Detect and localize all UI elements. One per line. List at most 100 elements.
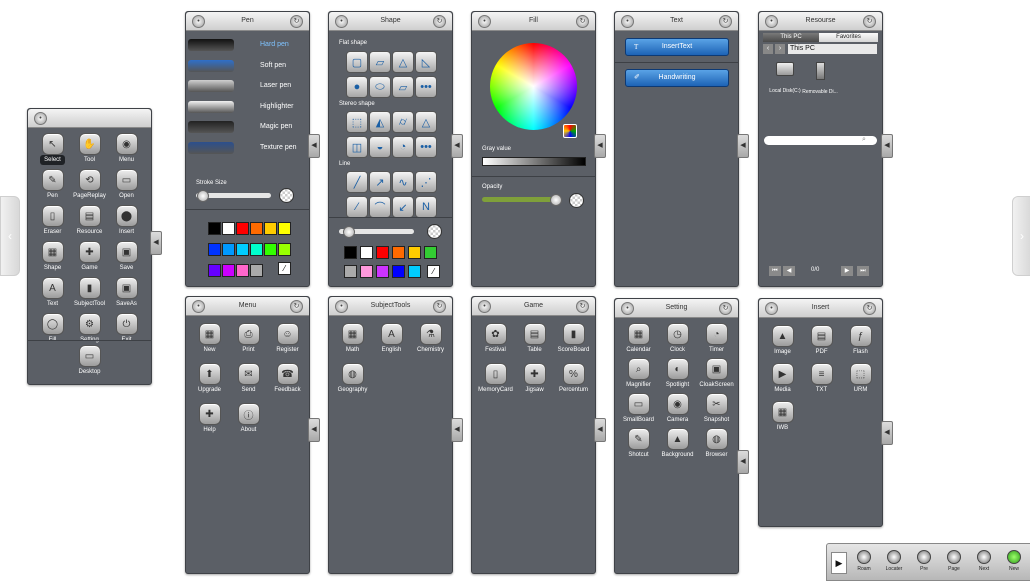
color-swatch[interactable] [236, 222, 249, 235]
flat-shape-button[interactable]: ⬭ [369, 76, 391, 98]
text-collapse-tab[interactable]: ◀ [737, 134, 749, 158]
iwb-button[interactable]: ▦ IWB [763, 401, 802, 431]
pen-button[interactable]: ✎ Pen [34, 169, 71, 199]
color-swatch[interactable] [264, 222, 277, 235]
shape-button[interactable]: ▦ Shape [34, 241, 71, 271]
refresh-icon[interactable]: ↻ [433, 15, 446, 28]
refresh-icon[interactable]: ↻ [290, 300, 303, 313]
save-button[interactable]: ▣ Save [108, 241, 145, 271]
stereo-shape-button[interactable]: △ [415, 111, 437, 133]
refresh-icon[interactable]: ↻ [863, 302, 876, 315]
stereo-shape-button[interactable]: ◒ [369, 136, 391, 158]
insert-collapse-tab[interactable]: ◀ [881, 421, 893, 445]
next-button[interactable]: Next [971, 550, 997, 572]
next-page-arrow[interactable]: › [1012, 196, 1030, 276]
flat-shape-button[interactable]: ▢ [346, 51, 368, 73]
lock-icon[interactable]: • [621, 15, 634, 28]
flat-shape-button[interactable]: ▱ [369, 51, 391, 73]
print-button[interactable]: ⎙ Print [229, 323, 268, 353]
setting-collapse-tab[interactable]: ◀ [737, 450, 749, 474]
refresh-icon[interactable]: ↻ [433, 300, 446, 313]
color-swatch[interactable] [360, 265, 373, 278]
register-button[interactable]: ☺ Register [268, 323, 307, 353]
gray-value-bar[interactable] [482, 157, 586, 166]
lock-icon[interactable]: • [765, 302, 778, 315]
stereo-shape-button[interactable]: ◫ [346, 136, 368, 158]
scoreboard-button[interactable]: ▮ ScoreBoard [554, 323, 593, 353]
locater-button[interactable]: Locater [881, 550, 907, 572]
texture-pen-option[interactable]: Texture pen [186, 139, 308, 159]
opacity-knob[interactable] [550, 194, 562, 206]
insert-text-button[interactable]: T InsertText [625, 38, 729, 56]
line-style-button[interactable]: ⁄ [346, 196, 368, 218]
shotcut-button[interactable]: ✎ Shotcut [619, 428, 658, 458]
page-button[interactable]: Page [941, 550, 967, 572]
festival-button[interactable]: ✿ Festival [476, 323, 515, 353]
color-swatch[interactable] [376, 246, 389, 259]
line-style-button[interactable]: ⌒ [369, 196, 391, 218]
fill-button[interactable]: ◯ Fill [34, 313, 71, 343]
camera-button[interactable]: ◉ Camera [658, 393, 697, 423]
next-page-button[interactable]: ▶ [841, 266, 853, 276]
line-style-button[interactable]: ↙ [392, 196, 414, 218]
chemistry-button[interactable]: ⚗ Chemistry [411, 323, 450, 353]
refresh-icon[interactable]: ↻ [719, 15, 732, 28]
english-button[interactable]: A English [372, 323, 411, 353]
select-button[interactable]: ↖ Select [34, 133, 71, 165]
cloakscreen-button[interactable]: ▣ CloakScreen [697, 358, 736, 388]
pen-collapse-tab[interactable]: ◀ [308, 134, 320, 158]
saveas-button[interactable]: ▣ SaveAs [108, 277, 145, 307]
lock-icon[interactable]: • [335, 300, 348, 313]
color-swatch[interactable] [208, 264, 221, 277]
flat-shape-button[interactable]: ● [346, 76, 368, 98]
resource-collapse-tab[interactable]: ◀ [881, 134, 893, 158]
color-swatch[interactable] [360, 246, 373, 259]
help-button[interactable]: ✚ Help [190, 403, 229, 433]
line-width-knob[interactable] [343, 226, 355, 238]
insert-button[interactable]: ⬤ Insert [108, 205, 145, 235]
main-toolbar-collapse-tab[interactable]: ◀ [150, 231, 162, 255]
memorycard-button[interactable]: ▯ MemoryCard [476, 363, 515, 393]
refresh-icon[interactable]: ↻ [719, 302, 732, 315]
color-swatch[interactable] [408, 246, 421, 259]
lock-icon[interactable]: • [621, 302, 634, 315]
lock-icon[interactable]: • [192, 300, 205, 313]
pdf-button[interactable]: ▤ PDF [802, 325, 841, 355]
image-button[interactable]: ▲ Image [763, 325, 802, 355]
lock-icon[interactable]: • [478, 15, 491, 28]
txt-button[interactable]: ≡ TXT [802, 363, 841, 393]
lock-icon[interactable]: • [478, 300, 491, 313]
table-button[interactable]: ▤ Table [515, 323, 554, 353]
stereo-shape-button[interactable]: ••• [415, 136, 437, 158]
refresh-icon[interactable]: ↻ [576, 15, 589, 28]
eyedropper-icon[interactable]: ⁄ [427, 265, 440, 278]
roam-button[interactable]: Roam [851, 550, 877, 572]
search-icon[interactable]: ⌕ [862, 136, 866, 144]
flat-shape-button[interactable]: △ [392, 51, 414, 73]
upgrade-button[interactable]: ⬆ Upgrade [190, 363, 229, 393]
resource-button[interactable]: ▤ Resource [71, 205, 108, 235]
color-swatch[interactable] [278, 222, 291, 235]
stereo-shape-button[interactable]: ◔ [392, 136, 414, 158]
tab-favorites[interactable]: Favorites [819, 33, 878, 42]
line-style-button[interactable]: N [415, 196, 437, 218]
color-swatch[interactable] [278, 243, 291, 256]
timer-button[interactable]: ◔ Timer [697, 323, 736, 353]
feedback-button[interactable]: ☎ Feedback [268, 363, 307, 393]
flash-button[interactable]: ƒ Flash [841, 325, 880, 355]
handwriting-button[interactable]: ✐ Handwriting [625, 69, 729, 87]
refresh-icon[interactable]: ↻ [290, 15, 303, 28]
pre-button[interactable]: Pre [911, 550, 937, 572]
stereo-shape-button[interactable]: ⬚ [346, 111, 368, 133]
color-swatch[interactable] [424, 246, 437, 259]
pagereplay-button[interactable]: ⟲ PageReplay [71, 169, 108, 199]
color-swatch[interactable] [222, 243, 235, 256]
last-page-button[interactable]: ⏭ [857, 266, 869, 276]
lock-icon[interactable]: • [192, 15, 205, 28]
color-swatch[interactable] [344, 246, 357, 259]
color-swatch[interactable] [222, 222, 235, 235]
lock-icon[interactable]: • [34, 112, 47, 125]
setting-button[interactable]: ⚙ Setting [71, 313, 108, 343]
opacity-track[interactable] [482, 197, 560, 202]
new-button[interactable]: New [1001, 550, 1027, 572]
